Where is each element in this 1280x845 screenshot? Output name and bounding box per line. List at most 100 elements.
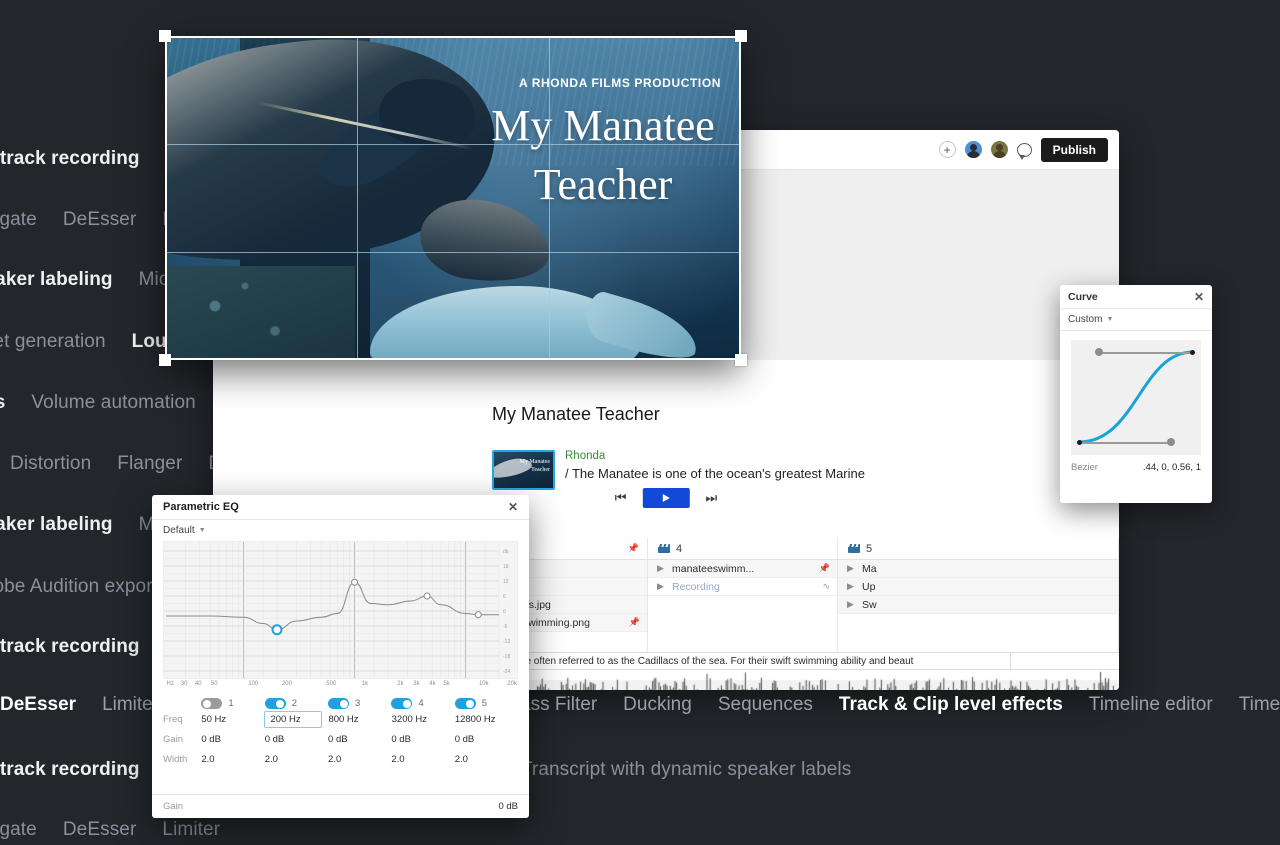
publish-button[interactable]: Publish: [1041, 138, 1108, 162]
clip-label: Sw: [862, 599, 877, 611]
background-tag: Noise gate: [0, 210, 37, 229]
eq-freq-band-1[interactable]: 50 Hz: [201, 714, 264, 725]
player-controls: ⏮ ⏭: [615, 488, 717, 508]
eq-freq-band-2[interactable]: 200 Hz: [264, 711, 322, 728]
lower-control-handle[interactable]: [1167, 438, 1175, 446]
eq-width-band-5[interactable]: 2.0: [455, 754, 518, 765]
skip-next-icon[interactable]: ⏭: [706, 490, 718, 506]
timeline-clip[interactable]: ▶manateeswimm...📌: [648, 560, 837, 578]
eq-band-5: 5: [455, 698, 518, 709]
upper-handle-rail: [1097, 352, 1193, 354]
pin-icon[interactable]: 📌: [629, 617, 640, 628]
feature-tag[interactable]: Timeline editor: [1089, 694, 1213, 715]
bezier-plot[interactable]: [1071, 340, 1201, 455]
background-tag: Adobe Audition export: [0, 577, 158, 596]
timeline-clip[interactable]: ▶Recording∿: [648, 578, 837, 596]
curve-panel[interactable]: Curve ✕ Custom ▼ Bezier .44, 0, 0.56, 1: [1060, 285, 1212, 503]
eq-freq-tick: 3k: [413, 681, 419, 687]
video-icon: ▶: [846, 563, 855, 574]
eq-width-band-4[interactable]: 2.0: [391, 754, 454, 765]
selection-handles[interactable]: [159, 30, 747, 366]
curve-start-point[interactable]: [1077, 440, 1082, 445]
transcript-text[interactable]: / The Manatee is one of the ocean's grea…: [565, 466, 865, 481]
svg-text:12: 12: [503, 579, 509, 585]
feature-tag[interactable]: Timeline: [1239, 694, 1280, 715]
resize-handle-br[interactable]: [735, 354, 747, 366]
feature-tag[interactable]: DeEsser: [0, 694, 76, 715]
clapper-icon: [658, 544, 670, 553]
track-header-4[interactable]: 4: [648, 538, 838, 559]
eq-freq-tick: 100: [248, 681, 258, 687]
waveform-icon[interactable]: ∿: [822, 581, 830, 592]
eq-gain-band-5[interactable]: 0 dB: [455, 734, 518, 745]
eq-band-toggle-4[interactable]: [391, 698, 412, 709]
thumb-title-line1: My Manatee: [520, 459, 551, 467]
upper-control-handle[interactable]: [1095, 348, 1103, 356]
track-header-5[interactable]: 5: [838, 538, 1119, 559]
eq-band-toggle-2[interactable]: [265, 698, 286, 709]
eq-band-toggle-3[interactable]: [328, 698, 349, 709]
eq-gain-band-1[interactable]: 0 dB: [201, 734, 264, 745]
eq-freq-band-5[interactable]: 12800 Hz: [455, 714, 518, 725]
feature-tag[interactable]: Ducking: [623, 694, 692, 715]
bezier-value[interactable]: .44, 0, 0.56, 1: [1143, 462, 1201, 473]
eq-band-number: 3: [355, 698, 360, 709]
video-icon: ▶: [656, 563, 665, 574]
background-tag: AI asset generation: [0, 332, 106, 351]
svg-text:6: 6: [503, 594, 506, 600]
eq-master-gain[interactable]: Gain 0 dB: [152, 794, 529, 818]
timeline-clip[interactable]: ▶ Up: [838, 578, 1118, 596]
avatar[interactable]: [965, 141, 982, 158]
eq-freq-tick: 500: [326, 681, 336, 687]
eq-response-plot[interactable]: db181260-6-12-18-24: [163, 541, 518, 679]
timeline-clip[interactable]: ▶ Ma: [838, 560, 1118, 578]
video-icon: ▶: [846, 581, 855, 592]
comment-icon[interactable]: [1017, 143, 1032, 157]
clip-label: Ma: [862, 563, 877, 575]
eq-master-gain-value[interactable]: 0 dB: [498, 801, 518, 812]
clip-label: Up: [862, 581, 875, 593]
add-collaborator-button[interactable]: +: [939, 141, 956, 158]
eq-freq-label: Freq: [163, 714, 201, 725]
curve-preset-select[interactable]: Custom ▼: [1060, 309, 1212, 331]
eq-band-toggle-1[interactable]: [201, 698, 222, 709]
eq-gain-band-4[interactable]: 0 dB: [391, 734, 454, 745]
close-icon[interactable]: ✕: [508, 501, 518, 513]
eq-width-band-1[interactable]: 2.0: [201, 754, 264, 765]
transcript-thumbnail[interactable]: My Manatee Teacher: [492, 450, 555, 490]
eq-preset-select[interactable]: Default ▼: [152, 520, 529, 541]
avatar[interactable]: [991, 141, 1008, 158]
background-tag: Noise gate: [0, 820, 37, 839]
eq-gain-band-3[interactable]: 0 dB: [328, 734, 391, 745]
feature-tag[interactable]: Limiter: [102, 694, 159, 715]
background-tag-row: Noise gateDeEsserLimiter: [0, 820, 246, 839]
pin-icon[interactable]: 📌: [819, 563, 830, 574]
close-icon[interactable]: ✕: [1194, 291, 1204, 303]
eq-band-2: 2: [265, 698, 328, 709]
eq-band-1: 1: [201, 698, 264, 709]
background-tag: Speaker labeling: [0, 270, 113, 289]
eq-freq-row: Freq 50 Hz200 Hz 800 Hz3200 Hz12800 Hz: [152, 709, 529, 729]
caption-segment[interactable]: They're often referred to as the Cadilla…: [491, 652, 1011, 670]
skip-previous-icon[interactable]: ⏮: [615, 490, 627, 506]
timeline-clip[interactable]: ▶Sw: [838, 596, 1118, 614]
eq-gain-band-2[interactable]: 0 dB: [265, 734, 328, 745]
eq-freq-tick: 200: [282, 681, 292, 687]
clapper-icon: [848, 544, 860, 553]
parametric-eq-panel[interactable]: Parametric EQ ✕ Default ▼ db181260-6-12-…: [152, 495, 529, 818]
eq-band-toggle-5[interactable]: [455, 698, 476, 709]
eq-freq-band-4[interactable]: 3200 Hz: [392, 714, 455, 725]
play-button[interactable]: [643, 488, 690, 508]
feature-tag[interactable]: Track & Clip level effects: [839, 694, 1063, 715]
lower-handle-rail: [1079, 442, 1171, 444]
pin-icon[interactable]: 📌: [628, 543, 639, 554]
feature-tag[interactable]: Sequences: [718, 694, 813, 715]
eq-width-band-2[interactable]: 2.0: [265, 754, 328, 765]
track-column-4: ▶manateeswimm...📌▶Recording∿: [648, 560, 838, 652]
eq-freq-band-3[interactable]: 800 Hz: [328, 714, 391, 725]
eq-band-number: 2: [292, 698, 297, 709]
curve-end-point[interactable]: [1190, 350, 1195, 355]
eq-gain-row: Gain 0 dB0 dB0 dB0 dB0 dB: [152, 729, 529, 749]
eq-curve-svg: db181260-6-12-18-24: [164, 542, 518, 679]
eq-width-band-3[interactable]: 2.0: [328, 754, 391, 765]
